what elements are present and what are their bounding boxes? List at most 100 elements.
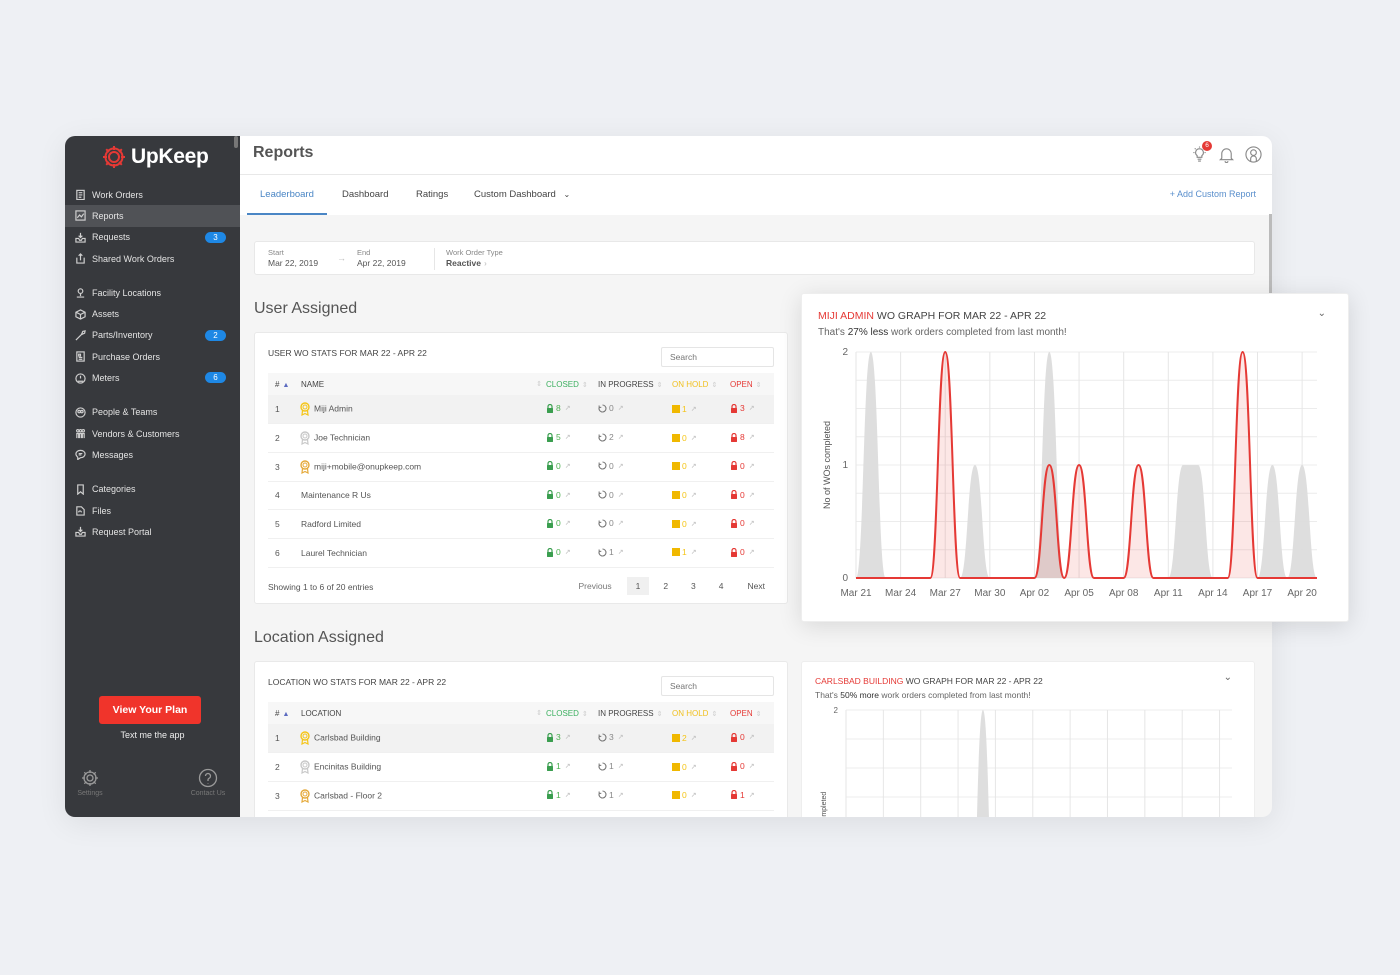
external-link-icon[interactable]: ↗ (749, 491, 755, 499)
hold-count[interactable]: 0 ↗ (672, 519, 697, 529)
add-custom-report-link[interactable]: + Add Custom Report (1170, 189, 1256, 199)
external-link-icon[interactable]: ↗ (618, 433, 624, 441)
table-row[interactable]: 6 Laurel Technician 0 ↗ 1 ↗ 1 ↗ 0 ↗ (268, 538, 774, 568)
closed-count[interactable]: 0 ↗ (546, 461, 571, 471)
progress-count[interactable]: 0 ↗ (598, 518, 624, 528)
next-page-button[interactable]: Next (739, 577, 774, 595)
open-count[interactable]: 0 ↗ (730, 518, 755, 528)
progress-count[interactable]: 0 ↗ (598, 403, 624, 413)
external-link-icon[interactable]: ↗ (749, 519, 755, 527)
external-link-icon[interactable]: ↗ (565, 762, 571, 770)
progress-count[interactable]: 1 ↗ (598, 547, 624, 557)
external-link-icon[interactable]: ↗ (691, 405, 697, 413)
col-in-progress[interactable]: IN PROGRESS ⇕ (598, 373, 672, 395)
external-link-icon[interactable]: ↗ (749, 462, 755, 470)
table-row[interactable]: 3 miji+mobile@onupkeep.com 0 ↗ 0 ↗ 0 ↗ 0 ↗ (268, 452, 774, 482)
closed-count[interactable]: 8 ↗ (546, 403, 571, 413)
hold-count[interactable]: 0 ↗ (672, 762, 697, 772)
page-3-button[interactable]: 3 (682, 577, 705, 595)
chevron-down-icon[interactable]: ⌄ (1318, 308, 1326, 319)
closed-count[interactable]: 0 ↗ (546, 490, 571, 500)
previous-page-button[interactable]: Previous (570, 577, 621, 595)
external-link-icon[interactable]: ↗ (618, 491, 624, 499)
external-link-icon[interactable]: ↗ (749, 404, 755, 412)
sidebar-item-shared-work-orders[interactable]: Shared Work Orders (65, 248, 240, 269)
sidebar-item-work-orders[interactable]: Work Orders (65, 184, 240, 205)
col-on-hold[interactable]: ON HOLD ⇕ (672, 702, 730, 724)
location-search-input[interactable] (661, 676, 774, 696)
closed-count[interactable]: 3 ↗ (546, 732, 571, 742)
col-open[interactable]: OPEN ⇕ (730, 702, 774, 724)
col-closed[interactable]: CLOSED ⇕ (546, 702, 598, 724)
hold-count[interactable]: 1 ↗ (672, 404, 697, 414)
table-row[interactable]: 2 Encinitas Building 1 ↗ 1 ↗ 0 ↗ 0 ↗ (268, 752, 774, 782)
sidebar-item-request-portal[interactable]: Request Portal (65, 521, 240, 542)
col-name[interactable]: NAME ⇕ (293, 373, 546, 395)
tips-button[interactable]: 6 (1191, 141, 1212, 168)
col-in-progress[interactable]: IN PROGRESS ⇕ (598, 702, 672, 724)
external-link-icon[interactable]: ↗ (618, 462, 624, 470)
external-link-icon[interactable]: ↗ (618, 791, 624, 799)
external-link-icon[interactable]: ↗ (749, 791, 755, 799)
start-date-filter[interactable]: Start Mar 22, 2019 (268, 248, 318, 268)
external-link-icon[interactable]: ↗ (565, 519, 571, 527)
view-your-plan-button[interactable]: View Your Plan (99, 696, 201, 724)
external-link-icon[interactable]: ↗ (565, 404, 571, 412)
user-search-input[interactable] (661, 347, 774, 367)
closed-count[interactable]: 1 ↗ (546, 790, 571, 800)
tab-leaderboard[interactable]: Leaderboard (247, 175, 327, 215)
hold-count[interactable]: 0 ↗ (672, 490, 697, 500)
sidebar-item-messages[interactable]: Messages (65, 444, 240, 465)
open-count[interactable]: 0 ↗ (730, 732, 755, 742)
open-count[interactable]: 8 ↗ (730, 432, 755, 442)
external-link-icon[interactable]: ↗ (565, 791, 571, 799)
col-on-hold[interactable]: ON HOLD ⇕ (672, 373, 730, 395)
page-2-button[interactable]: 2 (654, 577, 677, 595)
notifications-button[interactable] (1218, 146, 1235, 168)
external-link-icon[interactable]: ↗ (691, 548, 697, 556)
progress-count[interactable]: 2 ↗ (598, 432, 624, 442)
external-link-icon[interactable]: ↗ (691, 434, 697, 442)
hold-count[interactable]: 0 ↗ (672, 461, 697, 471)
text-me-the-app-link[interactable]: Text me the app (65, 730, 240, 740)
external-link-icon[interactable]: ↗ (749, 733, 755, 741)
external-link-icon[interactable]: ↗ (618, 519, 624, 527)
closed-count[interactable]: 0 ↗ (546, 547, 571, 557)
sidebar-scrollbar[interactable] (234, 136, 238, 148)
col-number[interactable]: # ▲ (268, 373, 293, 395)
col-open[interactable]: OPEN ⇕ (730, 373, 774, 395)
sidebar-item-requests[interactable]: Requests 3 (65, 227, 240, 248)
external-link-icon[interactable]: ↗ (565, 548, 571, 556)
sidebar-item-assets[interactable]: Assets (65, 303, 240, 324)
hold-count[interactable]: 0 ↗ (672, 433, 697, 443)
chevron-down-icon[interactable]: ⌄ (1224, 672, 1232, 683)
tab-custom-dashboard[interactable]: Custom Dashboard ⌄ (461, 175, 583, 215)
open-count[interactable]: 0 ↗ (730, 547, 755, 557)
open-count[interactable]: 0 ↗ (730, 490, 755, 500)
table-row[interactable]: 3 Carlsbad - Floor 2 1 ↗ 1 ↗ 0 ↗ 1 ↗ (268, 781, 774, 811)
col-number[interactable]: # ▲ (268, 702, 293, 724)
open-count[interactable]: 0 ↗ (730, 461, 755, 471)
closed-count[interactable]: 0 ↗ (546, 518, 571, 528)
table-row[interactable]: 5 Radford Limited 0 ↗ 0 ↗ 0 ↗ 0 ↗ (268, 509, 774, 539)
logo[interactable]: UpKeep (101, 144, 209, 170)
tab-dashboard[interactable]: Dashboard (329, 175, 401, 215)
settings-button[interactable]: Settings (65, 768, 115, 797)
external-link-icon[interactable]: ↗ (565, 491, 571, 499)
external-link-icon[interactable]: ↗ (691, 491, 697, 499)
external-link-icon[interactable]: ↗ (749, 762, 755, 770)
tab-ratings[interactable]: Ratings (403, 175, 461, 215)
external-link-icon[interactable]: ↗ (691, 791, 697, 799)
open-count[interactable]: 0 ↗ (730, 761, 755, 771)
external-link-icon[interactable]: ↗ (749, 548, 755, 556)
page-4-button[interactable]: 4 (710, 577, 733, 595)
external-link-icon[interactable]: ↗ (691, 763, 697, 771)
sidebar-item-purchase-orders[interactable]: Purchase Orders (65, 346, 240, 367)
external-link-icon[interactable]: ↗ (565, 462, 571, 470)
end-date-filter[interactable]: End Apr 22, 2019 (357, 248, 406, 268)
sidebar-item-facility-locations[interactable]: Facility Locations (65, 282, 240, 303)
sidebar-item-categories[interactable]: Categories (65, 479, 240, 500)
progress-count[interactable]: 3 ↗ (598, 732, 624, 742)
hold-count[interactable]: 0 ↗ (672, 790, 697, 800)
sidebar-item-files[interactable]: Files (65, 500, 240, 521)
